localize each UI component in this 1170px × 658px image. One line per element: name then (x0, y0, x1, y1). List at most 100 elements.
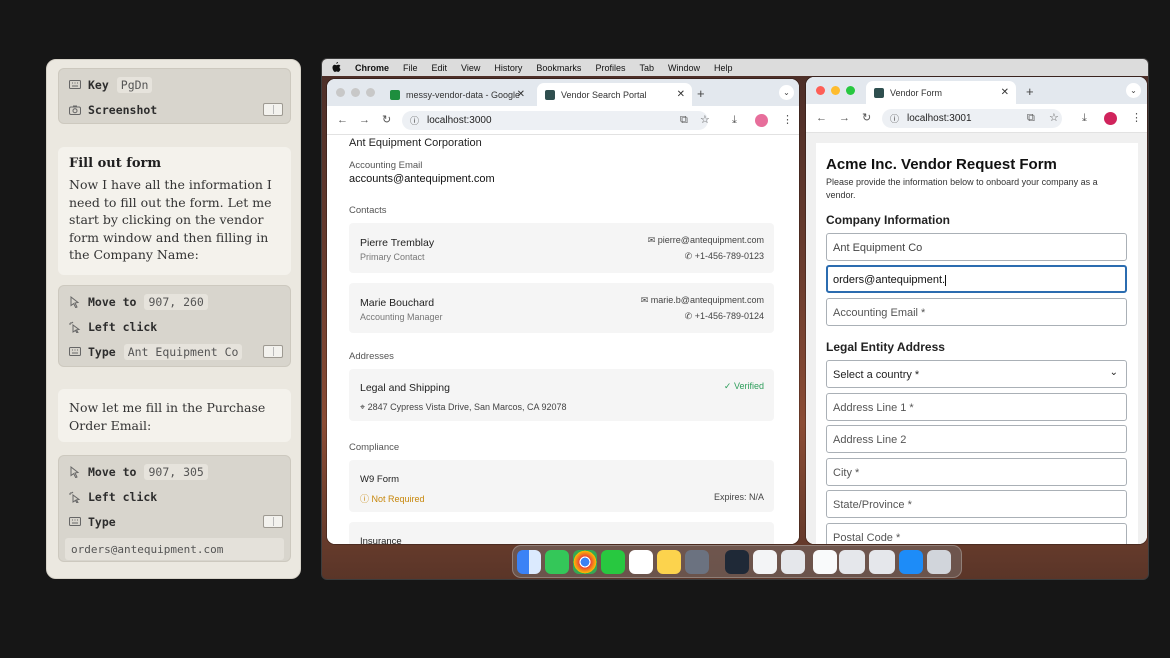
install-app-icon[interactable]: ⧉ (680, 114, 688, 126)
reminders-icon[interactable] (629, 550, 653, 574)
back-icon[interactable]: ← (816, 112, 827, 124)
menu-kebab-icon[interactable]: ⋮ (1131, 112, 1142, 124)
tab-messy-vendor-data[interactable]: messy-vendor-data - Google ✕ (382, 83, 532, 106)
close-tab-icon[interactable]: ✕ (677, 89, 685, 100)
site-info-icon[interactable]: ⓘ (410, 114, 419, 127)
menu-item[interactable]: History (494, 63, 522, 73)
reload-icon[interactable]: ↻ (382, 114, 391, 126)
messages-icon[interactable] (545, 550, 569, 574)
macos-menubar: Chrome File Edit View History Bookmarks … (322, 59, 1148, 76)
textedit-icon[interactable] (753, 550, 777, 574)
purchase-order-email-field[interactable]: orders@antequipment. (826, 265, 1127, 293)
zoom-window-button[interactable] (846, 86, 855, 95)
close-window-button[interactable] (336, 88, 345, 97)
screenshot-file-icon[interactable] (839, 550, 865, 574)
install-app-icon[interactable]: ⧉ (1027, 112, 1035, 124)
tab-search-icon[interactable]: ⌄ (1126, 83, 1141, 98)
step-action: Screenshot (88, 102, 158, 117)
new-tab-icon[interactable]: + (1026, 84, 1034, 99)
apple-icon[interactable] (332, 61, 341, 74)
screenshot-thumbnail[interactable] (263, 515, 283, 528)
contact-phone[interactable]: ✆ +1-456-789-0123 (685, 251, 764, 262)
accounting-email-field[interactable]: Accounting Email * (826, 298, 1127, 326)
back-icon[interactable]: ← (337, 114, 348, 126)
step-action: Left click (88, 319, 158, 334)
menu-kebab-icon[interactable]: ⋮ (782, 114, 793, 126)
contact-card: Marie Bouchard Accounting Manager ✉ mari… (349, 283, 774, 333)
system-settings-icon[interactable] (685, 550, 709, 574)
vendor-portal-window: messy-vendor-data - Google ✕ Vendor Sear… (327, 79, 799, 544)
menu-item[interactable]: View (461, 63, 480, 73)
script-editor-icon[interactable] (781, 550, 805, 574)
tab-search-icon[interactable]: ⌄ (779, 85, 794, 100)
profile-avatar[interactable] (755, 114, 768, 127)
not-required-text: Not Required (371, 494, 425, 504)
reload-icon[interactable]: ↻ (862, 112, 871, 124)
screenshot-thumbnail[interactable] (263, 345, 283, 358)
step-move: Move to 907, 305 (59, 459, 290, 484)
notes-icon[interactable] (657, 550, 681, 574)
contact-phone[interactable]: ✆ +1-456-789-0124 (685, 311, 764, 322)
minimize-window-button[interactable] (351, 88, 360, 97)
contact-role: Primary Contact (360, 252, 425, 262)
state-province-field[interactable]: State/Province * (826, 490, 1127, 518)
address-bar[interactable]: ⓘ localhost:3000 (402, 111, 708, 130)
address-line-2-field[interactable]: Address Line 2 (826, 425, 1127, 453)
text-caret (945, 274, 947, 286)
contact-name: Marie Bouchard (360, 297, 435, 309)
download-icon[interactable]: ⤓ (1082, 112, 1087, 124)
macos-dock (512, 545, 962, 578)
portal-favicon-icon (545, 89, 555, 100)
profile-avatar[interactable] (1104, 112, 1117, 125)
bookmark-star-icon[interactable]: ☆ (1049, 112, 1059, 124)
menu-item[interactable]: File (403, 63, 418, 73)
close-tab-icon[interactable]: ✕ (517, 89, 525, 100)
tab-title: Vendor Form (890, 87, 943, 98)
new-tab-icon[interactable]: + (697, 86, 705, 101)
menu-item[interactable]: Tab (639, 63, 654, 73)
facetime-icon[interactable] (601, 550, 625, 574)
country-select[interactable]: Select a country * ⌄ (826, 360, 1127, 388)
finder-icon[interactable] (517, 550, 541, 574)
tab-vendor-form[interactable]: Vendor Form ✕ (866, 81, 1016, 104)
verified-text: Verified (733, 381, 764, 391)
app-store-icon[interactable] (899, 550, 923, 574)
not-required-badge: ⓘ Not Required (360, 492, 425, 505)
contact-email[interactable]: ✉ pierre@antequipment.com (648, 235, 764, 246)
menu-item[interactable]: Help (714, 63, 733, 73)
chrome-icon[interactable] (573, 550, 597, 574)
company-name-field[interactable]: Ant Equipment Co (826, 233, 1127, 261)
step-arg: Ant Equipment Co (123, 343, 243, 360)
note-card: Fill out form Now I have all the informa… (58, 147, 291, 275)
form-title: Acme Inc. Vendor Request Form (826, 156, 1057, 173)
trash-icon[interactable] (927, 550, 951, 574)
address-line-1-field[interactable]: Address Line 1 * (826, 393, 1127, 421)
postal-code-field[interactable]: Postal Code * (826, 523, 1127, 544)
screenshot-thumbnail[interactable] (263, 103, 283, 116)
document-icon[interactable] (813, 550, 837, 574)
contact-email[interactable]: ✉ marie.b@antequipment.com (641, 295, 764, 306)
step-action: Type (88, 514, 116, 529)
close-window-button[interactable] (816, 86, 825, 95)
tab-vendor-search-portal[interactable]: Vendor Search Portal ✕ (537, 83, 692, 106)
step-click: Left click (59, 484, 290, 509)
screenshot-file-icon[interactable] (869, 550, 895, 574)
menu-item[interactable]: Edit (432, 63, 448, 73)
menu-item[interactable]: Window (668, 63, 700, 73)
menu-item[interactable]: Bookmarks (536, 63, 581, 73)
menu-item-app[interactable]: Chrome (355, 63, 389, 73)
close-tab-icon[interactable]: ✕ (1001, 87, 1009, 98)
city-field[interactable]: City * (826, 458, 1127, 486)
site-info-icon[interactable]: ⓘ (890, 112, 899, 125)
forward-icon[interactable]: → (359, 114, 370, 126)
minimize-window-button[interactable] (831, 86, 840, 95)
terminal-icon[interactable] (725, 550, 749, 574)
zoom-window-button[interactable] (366, 88, 375, 97)
form-card: Acme Inc. Vendor Request Form Please pro… (816, 143, 1138, 544)
bookmark-star-icon[interactable]: ☆ (700, 114, 710, 126)
keyboard-icon (68, 515, 82, 529)
menu-item[interactable]: Profiles (595, 63, 625, 73)
forward-icon[interactable]: → (839, 112, 850, 124)
address-bar[interactable]: ⓘ localhost:3001 (882, 109, 1062, 128)
download-icon[interactable]: ⤓ (732, 114, 737, 126)
